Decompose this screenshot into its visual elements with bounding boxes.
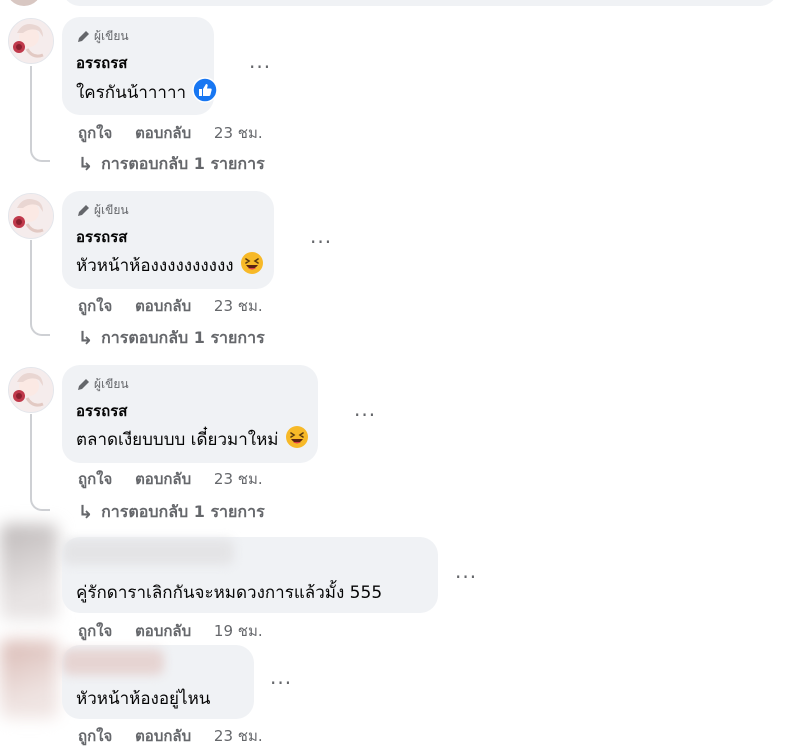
more-options-button[interactable]: ... — [249, 51, 271, 71]
comment-text-content: ใครกันน้าาาาา — [76, 83, 187, 103]
reply-button[interactable]: ตอบกลับ — [135, 622, 191, 640]
more-options-button[interactable]: ... — [270, 667, 292, 687]
author-badge: ผู้เขียน — [76, 27, 129, 46]
like-button[interactable]: ถูกใจ — [78, 297, 112, 315]
blurred-author-name[interactable] — [62, 649, 164, 675]
reply-arrow-icon: ↳ — [78, 502, 94, 523]
view-replies-link[interactable]: ↳ การตอบกลับ 1 รายการ — [78, 326, 265, 351]
view-replies-link[interactable]: ↳ การตอบกลับ 1 รายการ — [78, 500, 265, 525]
reply-arrow-icon: ↳ — [78, 328, 94, 349]
author-badge: ผู้เขียน — [76, 201, 129, 220]
laughing-emoji-icon — [240, 251, 264, 280]
comment-text: ตลาดเงียบบบบ เดี๋ยวมาใหม่ — [76, 425, 309, 454]
thread-connector — [30, 240, 50, 336]
like-button[interactable]: ถูกใจ — [78, 124, 112, 142]
comment-bubble: ผู้เขียน อรรถรส ตลาดเงียบบบบ เดี๋ยวมาใหม… — [62, 365, 318, 463]
timestamp[interactable]: 23 ชม. — [214, 124, 263, 142]
laughing-emoji-icon — [285, 425, 309, 454]
like-button[interactable]: ถูกใจ — [78, 622, 112, 640]
author-badge: ผู้เขียน — [76, 375, 129, 394]
comment-text: ใครกันน้าาาาา — [76, 77, 218, 108]
timestamp[interactable]: 19 ชม. — [214, 622, 263, 640]
reply-button[interactable]: ตอบกลับ — [135, 297, 191, 315]
reply-arrow-icon: ↳ — [78, 154, 94, 175]
comment-text-content: คู่รักดาราเลิกกันจะหมดวงการแล้วมั้ง 555 — [76, 583, 383, 603]
blurred-avatar[interactable] — [0, 640, 58, 718]
thread-connector — [30, 414, 50, 511]
view-replies-label[interactable]: การตอบกลับ 1 รายการ — [101, 500, 265, 525]
pencil-icon — [78, 30, 89, 42]
comment-actions: ถูกใจ ตอบกลับ 19 ชม. — [78, 619, 263, 643]
reply-button[interactable]: ตอบกลับ — [135, 124, 191, 142]
comment-text: คู่รักดาราเลิกกันจะหมดวงการแล้วมั้ง 555 — [76, 579, 382, 606]
comment-text-content: หัวหน้าห้องอยู่ไหน — [76, 689, 211, 709]
comment-text: หัวหน้าห้องอยู่ไหน — [76, 685, 210, 712]
reply-button[interactable]: ตอบกลับ — [135, 727, 191, 745]
more-options-button[interactable]: ... — [455, 561, 477, 581]
view-replies-label[interactable]: การตอบกลับ 1 รายการ — [101, 326, 265, 351]
comment-author[interactable]: อรรถรส — [76, 51, 127, 75]
more-options-button[interactable]: ... — [310, 226, 332, 246]
comment-author[interactable]: อรรถรส — [76, 399, 127, 423]
comment-actions: ถูกใจ ตอบกลับ 23 ชม. — [78, 294, 263, 318]
comment-text-content: ตลาดเงียบบบบ เดี๋ยวมาใหม่ — [76, 430, 279, 450]
timestamp[interactable]: 23 ชม. — [214, 470, 263, 488]
timestamp[interactable]: 23 ชม. — [214, 727, 263, 745]
reply-button[interactable]: ตอบกลับ — [135, 470, 191, 488]
more-options-button[interactable]: ... — [354, 399, 376, 419]
comment-bubble: ผู้เขียน อรรถรส หัวหน้าห้องงงงงงงงงง — [62, 191, 274, 289]
pencil-icon — [78, 378, 89, 390]
thread-connector — [30, 66, 50, 162]
comment-actions: ถูกใจ ตอบกลับ 23 ชม. — [78, 467, 263, 491]
avatar[interactable] — [8, 193, 54, 239]
comment-bubble: หัวหน้าห้องอยู่ไหน — [62, 645, 254, 719]
comment-actions: ถูกใจ ตอบกลับ 23 ชม. — [78, 724, 263, 748]
avatar[interactable] — [8, 18, 54, 64]
comment-bubble: ผู้เขียน อรรถรส ใครกันน้าาาาา — [62, 17, 218, 115]
comment-actions: ถูกใจ ตอบกลับ 23 ชม. — [78, 121, 263, 145]
previous-comment-bubble — [62, 0, 778, 6]
view-replies-label[interactable]: การตอบกลับ 1 รายการ — [101, 152, 265, 177]
view-replies-link[interactable]: ↳ การตอบกลับ 1 รายการ — [78, 152, 265, 177]
pencil-icon — [78, 204, 89, 216]
timestamp[interactable]: 23 ชม. — [214, 297, 263, 315]
like-button[interactable]: ถูกใจ — [78, 470, 112, 488]
blurred-author-name[interactable] — [62, 539, 234, 565]
comment-text-content: หัวหน้าห้องงงงงงงงงง — [76, 256, 234, 276]
avatar[interactable] — [8, 367, 54, 413]
author-badge-label: ผู้เขียน — [94, 29, 129, 43]
comment-text: หัวหน้าห้องงงงงงงงงง — [76, 251, 264, 280]
author-badge-label: ผู้เขียน — [94, 203, 129, 217]
comment-bubble: คู่รักดาราเลิกกันจะหมดวงการแล้วมั้ง 555 — [62, 537, 438, 613]
like-icon[interactable] — [192, 77, 218, 108]
comment-author[interactable]: อรรถรส — [76, 225, 127, 249]
blurred-avatar[interactable] — [0, 524, 58, 620]
previous-comment-avatar[interactable] — [6, 0, 42, 6]
author-badge-label: ผู้เขียน — [94, 377, 129, 391]
like-button[interactable]: ถูกใจ — [78, 727, 112, 745]
